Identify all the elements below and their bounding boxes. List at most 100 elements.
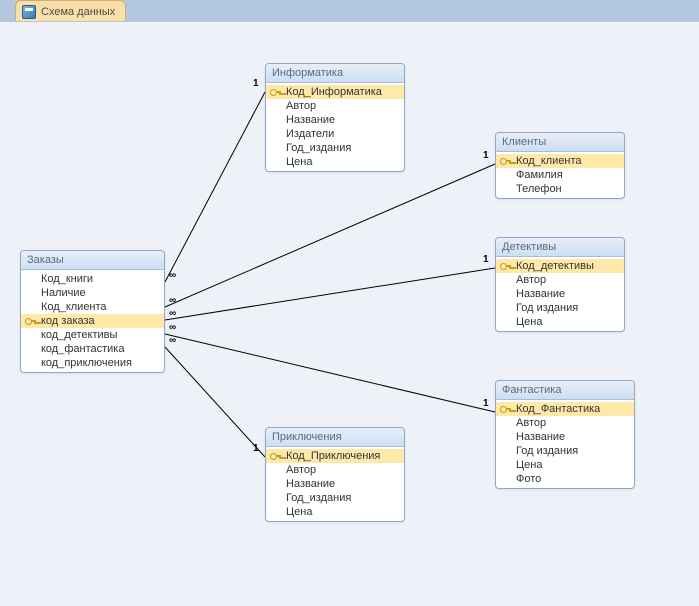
table-t6[interactable]: Приключения Код_ПриключенияАвторНазваниеГ… bbox=[265, 427, 405, 522]
primary-key-icon bbox=[500, 403, 512, 415]
table-t5[interactable]: Заказы Код_книги НаличиеКод_клиентакод зак… bbox=[20, 250, 165, 373]
field-name: Автор bbox=[286, 100, 316, 112]
key-slot-empty bbox=[500, 169, 512, 181]
schema-tab[interactable]: Схема данных bbox=[15, 0, 126, 22]
field-name: Код_Фантастика bbox=[516, 403, 600, 415]
field-row[interactable]: Издатели bbox=[266, 127, 404, 141]
key-slot-empty bbox=[270, 128, 282, 140]
table-body: Код_книгиНаличиеКод_клиентакод заказакод… bbox=[21, 270, 164, 372]
field-row[interactable]: код_детективы bbox=[21, 328, 164, 342]
key-slot-empty bbox=[500, 445, 512, 457]
field-row[interactable]: Код_Приключения bbox=[266, 449, 404, 463]
field-name: Телефон bbox=[516, 183, 562, 195]
field-row[interactable]: Наличие bbox=[21, 286, 164, 300]
table-body: Код_детективыАвторНазваниеГод издания Цен… bbox=[496, 257, 624, 331]
cardinality-many: ∞ bbox=[169, 308, 176, 319]
field-row[interactable]: Название bbox=[496, 430, 634, 444]
table-body: Код_Фантастика Автор Название Год изданияЦе… bbox=[496, 400, 634, 488]
table-header[interactable]: Информатика bbox=[266, 64, 404, 83]
field-row[interactable]: Фамилия bbox=[496, 168, 624, 182]
table-header[interactable]: Приключения bbox=[266, 428, 404, 447]
field-name: Название bbox=[286, 478, 335, 490]
cardinality-one: 1 bbox=[483, 254, 489, 265]
key-slot-empty bbox=[25, 343, 37, 355]
field-row[interactable]: Код_Фантастика bbox=[496, 402, 634, 416]
field-name: Код_книги bbox=[41, 273, 93, 285]
primary-key-icon bbox=[500, 155, 512, 167]
table-body: Код_клиентаФамилияТелефон bbox=[496, 152, 624, 198]
field-row[interactable]: Год_издания bbox=[266, 141, 404, 155]
table-t2[interactable]: КлиентыКод_клиентаФамилияТелефон bbox=[495, 132, 625, 199]
field-row[interactable]: Код_клиента bbox=[496, 154, 624, 168]
field-row[interactable]: Цена bbox=[266, 155, 404, 169]
field-row[interactable]: Год издания bbox=[496, 301, 624, 315]
diagram-canvas[interactable]: ∞1∞1∞1∞1∞1 ИнформатикаКод_ИнформатикаАвт… bbox=[0, 21, 699, 606]
field-row[interactable]: Код_книги bbox=[21, 272, 164, 286]
app-root: Схема данных ∞1∞1∞1∞1∞1 ИнформатикаКод_И… bbox=[0, 0, 699, 606]
cardinality-many: ∞ bbox=[169, 295, 176, 306]
field-row[interactable]: Код_детективы bbox=[496, 259, 624, 273]
key-slot-empty bbox=[270, 464, 282, 476]
field-name: Год издания bbox=[516, 445, 578, 457]
field-row[interactable]: Автор bbox=[266, 99, 404, 113]
field-row[interactable]: Код_клиента bbox=[21, 300, 164, 314]
field-row[interactable]: Название bbox=[266, 113, 404, 127]
field-name: Наличие bbox=[41, 287, 86, 299]
field-row[interactable]: Цена bbox=[496, 315, 624, 329]
field-name: Фото bbox=[516, 473, 541, 485]
cardinality-many: ∞ bbox=[169, 270, 176, 281]
table-t4[interactable]: Фантастика Код_Фантастика Автор Название Год… bbox=[495, 380, 635, 489]
table-t3[interactable]: ДетективыКод_детективыАвторНазваниеГод и… bbox=[495, 237, 625, 332]
tab-label: Схема данных bbox=[41, 6, 115, 18]
key-slot-empty bbox=[500, 473, 512, 485]
field-name: Код_клиента bbox=[516, 155, 582, 167]
key-slot-empty bbox=[270, 492, 282, 504]
key-slot-empty bbox=[270, 142, 282, 154]
field-row[interactable]: Год издания bbox=[496, 444, 634, 458]
field-name: Код_детективы bbox=[516, 260, 594, 272]
field-row[interactable]: Код_Информатика bbox=[266, 85, 404, 99]
field-row[interactable]: Автор bbox=[496, 273, 624, 287]
field-row[interactable]: Название bbox=[266, 477, 404, 491]
field-row[interactable]: Фото bbox=[496, 472, 634, 486]
cardinality-many: ∞ bbox=[169, 322, 176, 333]
field-row[interactable]: код_приключения bbox=[21, 356, 164, 370]
field-name: Год издания bbox=[516, 302, 578, 314]
key-slot-empty bbox=[270, 114, 282, 126]
key-slot-empty bbox=[500, 288, 512, 300]
table-header[interactable]: Клиенты bbox=[496, 133, 624, 152]
field-name: Год_издания bbox=[286, 142, 351, 154]
key-slot-empty bbox=[270, 478, 282, 490]
field-row[interactable]: Автор bbox=[266, 463, 404, 477]
field-row[interactable]: Цена bbox=[266, 505, 404, 519]
cardinality-many: ∞ bbox=[169, 335, 176, 346]
cardinality-one: 1 bbox=[253, 443, 259, 454]
field-name: Код_Приключения bbox=[286, 450, 380, 462]
field-name: Название bbox=[286, 114, 335, 126]
key-slot-empty bbox=[500, 417, 512, 429]
key-slot-empty bbox=[270, 506, 282, 518]
table-t1[interactable]: Информатика Код_Информатика Автор Название И… bbox=[265, 63, 405, 172]
field-name: Цена bbox=[516, 316, 542, 328]
field-name: Код_Информатика bbox=[286, 86, 382, 98]
field-name: Издатели bbox=[286, 128, 334, 140]
key-slot-empty bbox=[25, 329, 37, 341]
key-slot-empty bbox=[500, 274, 512, 286]
field-row[interactable]: Название bbox=[496, 287, 624, 301]
table-header[interactable]: Детективы bbox=[496, 238, 624, 257]
field-row[interactable]: Автор bbox=[496, 416, 634, 430]
table-header[interactable]: Заказы bbox=[21, 251, 164, 270]
key-slot-empty bbox=[500, 431, 512, 443]
field-row[interactable]: Телефон bbox=[496, 182, 624, 196]
field-row[interactable]: Год_издания bbox=[266, 491, 404, 505]
field-name: код_детективы bbox=[41, 329, 117, 341]
field-row[interactable]: код_фантастика bbox=[21, 342, 164, 356]
field-row[interactable]: код заказа bbox=[21, 314, 164, 328]
field-name: Цена bbox=[286, 506, 312, 518]
key-slot-empty bbox=[500, 459, 512, 471]
field-name: Название bbox=[516, 431, 565, 443]
field-name: Автор bbox=[516, 417, 546, 429]
table-body: Код_Информатика Автор Название Издатели Год_… bbox=[266, 83, 404, 171]
table-header[interactable]: Фантастика bbox=[496, 381, 634, 400]
field-row[interactable]: Цена bbox=[496, 458, 634, 472]
